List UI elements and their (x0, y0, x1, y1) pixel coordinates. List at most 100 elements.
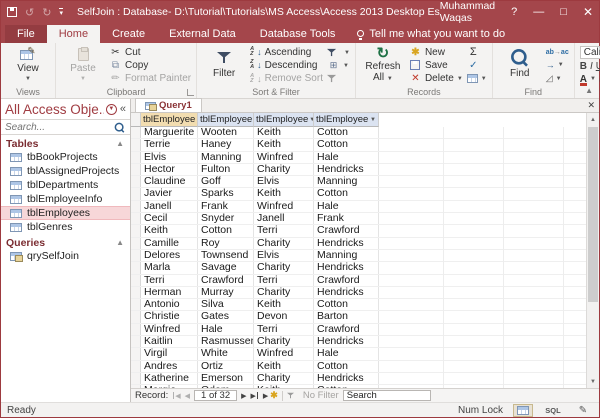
remove-sort-button[interactable]: AZ↓Remove Sort (250, 73, 323, 85)
cell[interactable]: Elvis (141, 152, 198, 163)
cell[interactable]: Winfred (254, 348, 314, 359)
record-selector[interactable] (131, 238, 141, 249)
format-painter-button[interactable]: ✏Format Painter (109, 73, 191, 85)
record-selector[interactable] (131, 213, 141, 224)
cell[interactable]: Murray (198, 287, 254, 298)
cell[interactable]: Hendricks (314, 238, 379, 249)
cell[interactable]: Margie (141, 385, 198, 388)
cell[interactable]: Javier (141, 188, 198, 199)
account-user-name[interactable]: Muhammad Waqas (440, 0, 495, 24)
cell[interactable]: Rasmussen (198, 336, 254, 347)
record-selector[interactable] (131, 139, 141, 150)
cell[interactable]: Christie (141, 311, 198, 322)
cell[interactable]: Hale (314, 348, 379, 359)
column-header[interactable]: tblEmployee ▼ (198, 113, 254, 127)
cell[interactable]: Charity (254, 373, 314, 384)
cell[interactable]: Cotton (314, 361, 379, 372)
record-selector[interactable] (131, 361, 141, 372)
table-row[interactable]: Winfred Hale Terri Crawford (131, 324, 586, 336)
minimize-button[interactable]: — (533, 6, 544, 18)
cell[interactable]: Virgil (141, 348, 198, 359)
cell[interactable]: Keith (141, 225, 198, 236)
table-row[interactable]: Janell Frank Winfred Hale (131, 201, 586, 213)
customize-qat-icon[interactable]: ▾ (59, 8, 63, 17)
new-blank-record-icon[interactable]: ▶ (263, 392, 268, 400)
cell[interactable]: Cotton (314, 385, 379, 388)
cell[interactable]: Cotton (314, 188, 379, 199)
table-row[interactable]: Antonio Silva Keith Cotton (131, 299, 586, 311)
descending-button[interactable]: ZA↓Descending (250, 59, 323, 71)
table-row[interactable]: Margie Odom Keith Cotton (131, 385, 586, 388)
cell[interactable]: Barton (314, 311, 379, 322)
table-row[interactable]: Cecil Snyder Janell Frank (131, 213, 586, 225)
cell[interactable]: Keith (254, 188, 314, 199)
cell[interactable]: Manning (314, 250, 379, 261)
design-view-button[interactable]: ✎ (573, 404, 593, 417)
cell[interactable]: Charity (254, 287, 314, 298)
sidebar-item-table[interactable]: tblEmployeeInfo (1, 192, 130, 206)
cell[interactable]: Keith (254, 127, 314, 138)
cell[interactable]: Hale (198, 324, 254, 335)
last-record-icon[interactable]: ▶ (251, 392, 259, 400)
cell[interactable]: Emerson (198, 373, 254, 384)
cell[interactable]: Winfred (141, 324, 198, 335)
record-selector[interactable] (131, 201, 141, 212)
spelling-button[interactable]: ✓ (467, 59, 487, 71)
redo-icon[interactable]: ↻ (42, 6, 51, 19)
cell[interactable]: Keith (254, 299, 314, 310)
cell[interactable]: Terri (141, 275, 198, 286)
table-row[interactable]: Marguerite Wooten Keith Cotton (131, 127, 586, 139)
nav-search-box[interactable] (1, 119, 130, 135)
filter-button[interactable]: Filter (202, 46, 246, 85)
cell[interactable]: Manning (198, 152, 254, 163)
record-selector[interactable] (131, 373, 141, 384)
refresh-all-button[interactable]: ↻ Refresh All ▼ (361, 46, 405, 85)
cell[interactable]: Andres (141, 361, 198, 372)
cell[interactable]: Crawford (198, 275, 254, 286)
collapse-group-icon[interactable]: ▲ (116, 139, 124, 148)
cell[interactable]: Sparks (198, 188, 254, 199)
cell[interactable]: Savage (198, 262, 254, 273)
record-selector[interactable] (131, 188, 141, 199)
clipboard-dialog-launcher-icon[interactable] (187, 89, 194, 96)
cell[interactable]: Winfred (254, 201, 314, 212)
table-row[interactable]: Camille Roy Charity Hendricks (131, 238, 586, 250)
cell[interactable]: Charity (254, 336, 314, 347)
column-header[interactable]: tblEmployee ▼ (254, 113, 314, 127)
cell[interactable]: Hale (314, 152, 379, 163)
cell[interactable]: Hector (141, 164, 198, 175)
font-color-button[interactable]: A (580, 74, 587, 85)
cell[interactable]: Hendricks (314, 336, 379, 347)
cell[interactable]: Katherine (141, 373, 198, 384)
table-row[interactable]: Christie Gates Devon Barton (131, 311, 586, 323)
tab-home[interactable]: Home (47, 25, 100, 43)
nav-menu-icon[interactable]: ▼ (106, 104, 117, 115)
underline-button[interactable]: U (596, 61, 600, 72)
paste-button[interactable]: Paste ▼ (61, 46, 105, 85)
cell[interactable]: Crawford (314, 275, 379, 286)
cell[interactable]: Cotton (314, 139, 379, 150)
maximize-button[interactable]: □ (560, 6, 567, 18)
replace-button[interactable]: ab→ac (546, 46, 569, 58)
sidebar-item-table[interactable]: tbBookProjects (1, 150, 130, 164)
selection-button[interactable]: ▼ (327, 46, 350, 59)
cell[interactable]: Silva (198, 299, 254, 310)
collapse-group-icon[interactable]: ▲ (116, 238, 124, 247)
goto-button[interactable]: →▼ (546, 59, 569, 71)
advanced-filter-button[interactable]: ⊞▼ (327, 60, 350, 71)
record-search-input[interactable] (343, 390, 431, 401)
cell[interactable]: Ortiz (198, 361, 254, 372)
cell[interactable]: Keith (254, 361, 314, 372)
cell[interactable]: Keith (254, 385, 314, 388)
cell[interactable]: Claudine (141, 176, 198, 187)
select-all-corner[interactable] (131, 113, 141, 127)
cell[interactable]: Charity (254, 262, 314, 273)
cell[interactable]: Crawford (314, 324, 379, 335)
record-position[interactable]: 1 of 32 (194, 390, 237, 401)
select-button[interactable]: ◿▼ (546, 73, 569, 85)
cell[interactable]: Odom (198, 385, 254, 388)
document-tab-query1[interactable]: Query1 (135, 98, 202, 112)
table-row[interactable]: Claudine Goff Elvis Manning (131, 176, 586, 188)
datasheet-view-button[interactable] (513, 404, 533, 417)
column-header[interactable]: tblEmployee ▼ (314, 113, 379, 127)
